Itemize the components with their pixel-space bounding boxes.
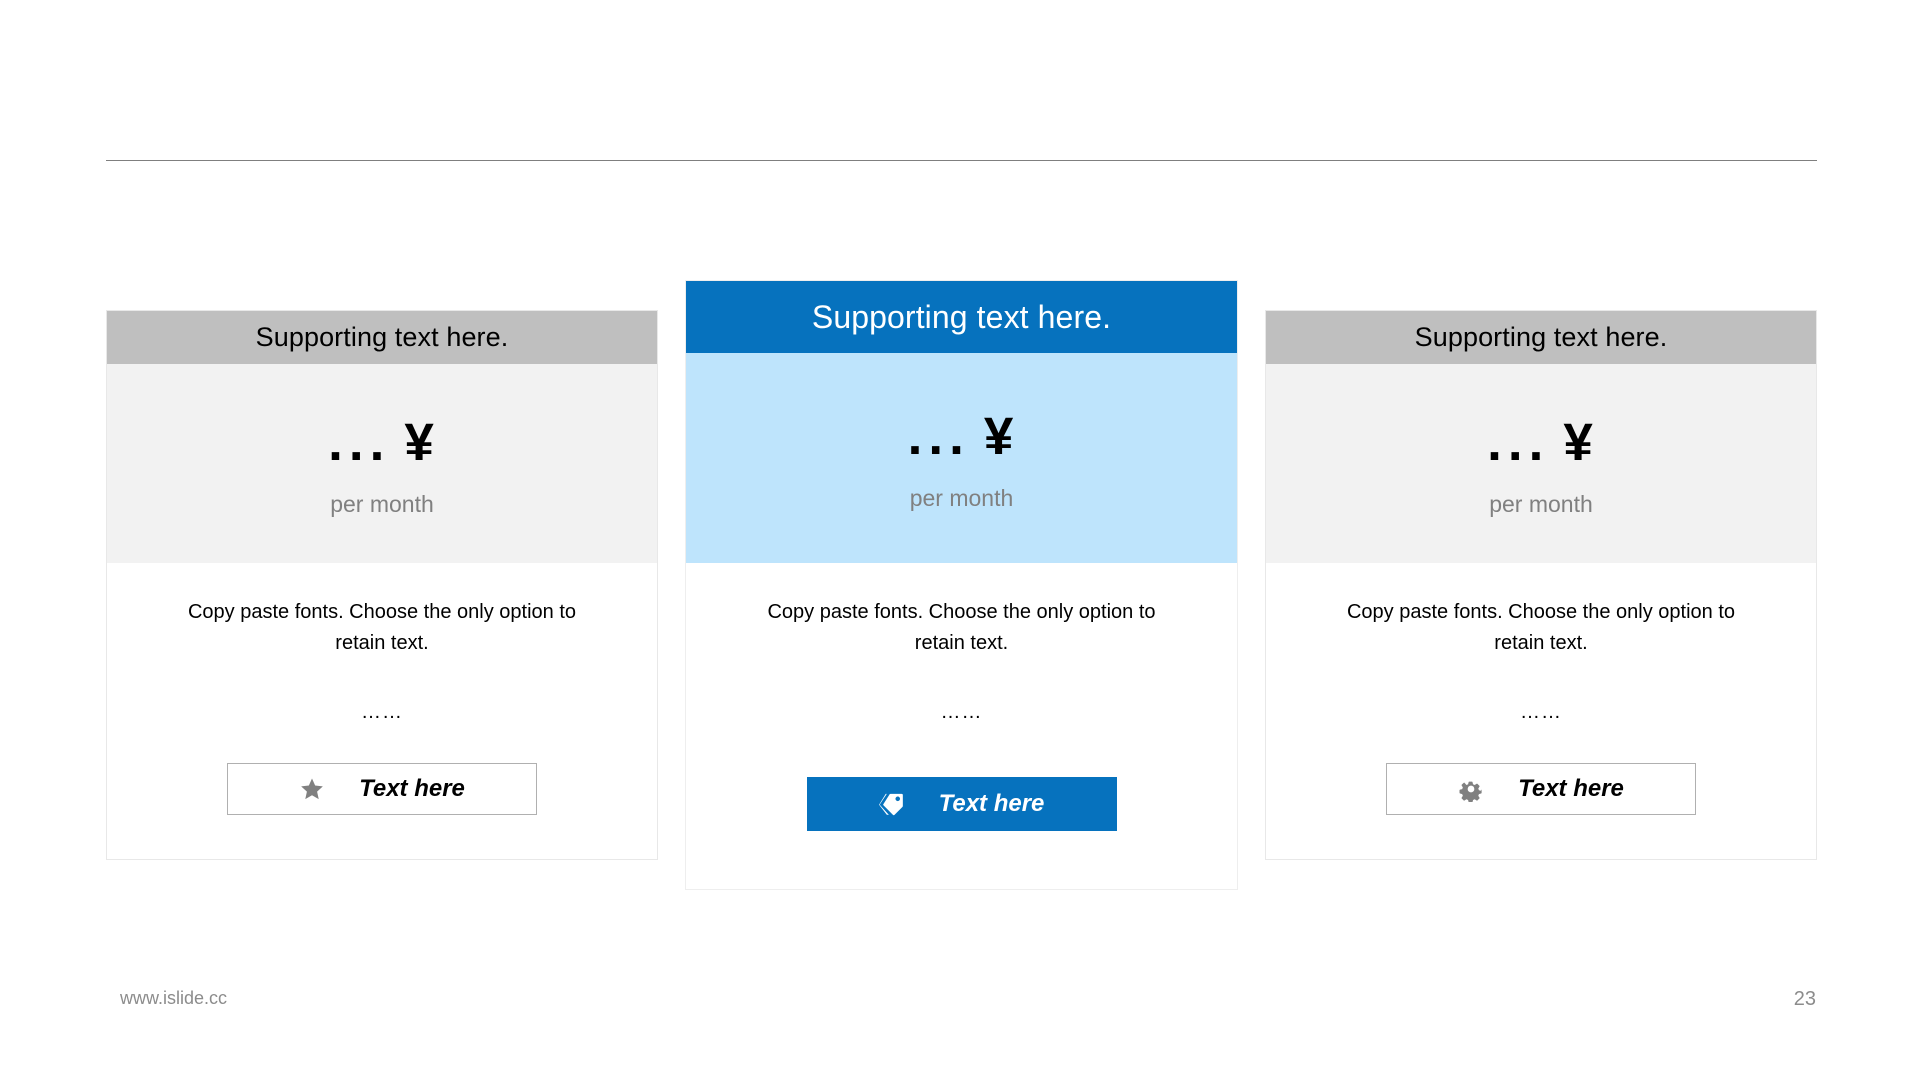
price-amount: ... ¥ bbox=[908, 410, 1016, 463]
slide-title-zone bbox=[106, 30, 1816, 155]
cta-button-label: Text here bbox=[1518, 775, 1624, 802]
cta-button-label: Text here bbox=[359, 775, 465, 802]
pricing-card-deck: Supporting text here. ... ¥ per month Co… bbox=[106, 280, 1817, 890]
price-dots: ... bbox=[907, 407, 970, 466]
slide-canvas: Supporting text here. ... ¥ per month Co… bbox=[0, 0, 1920, 1080]
pricing-card-left[interactable]: Supporting text here. ... ¥ per month Co… bbox=[106, 310, 658, 860]
price-dots: ... bbox=[1487, 412, 1550, 472]
price-period-label: per month bbox=[1489, 490, 1593, 517]
card-header-right: Supporting text here. bbox=[1266, 311, 1816, 364]
currency-symbol: ¥ bbox=[404, 412, 436, 472]
card-header-label: Supporting text here. bbox=[1414, 322, 1668, 352]
card-header-featured: Supporting text here. bbox=[686, 281, 1237, 353]
price-amount: ... ¥ bbox=[1487, 416, 1595, 469]
card-body-left: Copy paste fonts. Choose the only option… bbox=[107, 563, 657, 859]
card-body-ellipsis: …… bbox=[361, 701, 403, 723]
price-amount: ... ¥ bbox=[328, 416, 436, 469]
card-body-text: Copy paste fonts. Choose the only option… bbox=[187, 601, 577, 654]
pricing-card-featured[interactable]: Supporting text here. ... ¥ per month Co… bbox=[685, 280, 1238, 890]
price-dots: ... bbox=[328, 412, 391, 472]
card-body-ellipsis: …… bbox=[1520, 701, 1562, 723]
card-body-ellipsis: …… bbox=[940, 701, 983, 723]
card-body-text: Copy paste fonts. Choose the only option… bbox=[767, 601, 1156, 654]
pricing-card-right[interactable]: Supporting text here. ... ¥ per month Co… bbox=[1265, 310, 1817, 860]
price-period-label: per month bbox=[909, 485, 1014, 511]
cta-button-right[interactable]: Text here bbox=[1386, 763, 1696, 815]
card-header-label: Supporting text here. bbox=[811, 298, 1112, 335]
cta-wrap-featured: Text here bbox=[724, 777, 1199, 831]
card-header-label: Supporting text here. bbox=[255, 322, 509, 352]
currency-symbol: ¥ bbox=[1563, 412, 1595, 472]
cta-button-label: Text here bbox=[938, 790, 1045, 817]
header-divider-line bbox=[106, 160, 1817, 161]
card-body-right: Copy paste fonts. Choose the only option… bbox=[1266, 563, 1816, 859]
gear-icon bbox=[1458, 776, 1484, 802]
cta-button-featured[interactable]: Text here bbox=[806, 777, 1117, 831]
card-body-text: Copy paste fonts. Choose the only option… bbox=[1346, 601, 1736, 654]
cta-wrap-left: Text here bbox=[145, 763, 619, 815]
page-number: 23 bbox=[1793, 988, 1816, 1010]
card-body-featured: Copy paste fonts. Choose the only option… bbox=[686, 563, 1237, 889]
price-period-label: per month bbox=[330, 490, 434, 517]
currency-symbol: ¥ bbox=[983, 407, 1016, 466]
card-price-block-right: ... ¥ per month bbox=[1266, 364, 1816, 563]
card-header-left: Supporting text here. bbox=[107, 311, 657, 364]
star-icon bbox=[299, 776, 325, 802]
cta-button-left[interactable]: Text here bbox=[227, 763, 537, 815]
card-price-block-featured: ... ¥ per month bbox=[686, 353, 1237, 563]
tag-icon bbox=[878, 791, 905, 817]
cta-wrap-right: Text here bbox=[1304, 763, 1778, 815]
footer-url[interactable]: www.islide.cc bbox=[120, 988, 227, 1009]
card-price-block-left: ... ¥ per month bbox=[107, 364, 657, 563]
